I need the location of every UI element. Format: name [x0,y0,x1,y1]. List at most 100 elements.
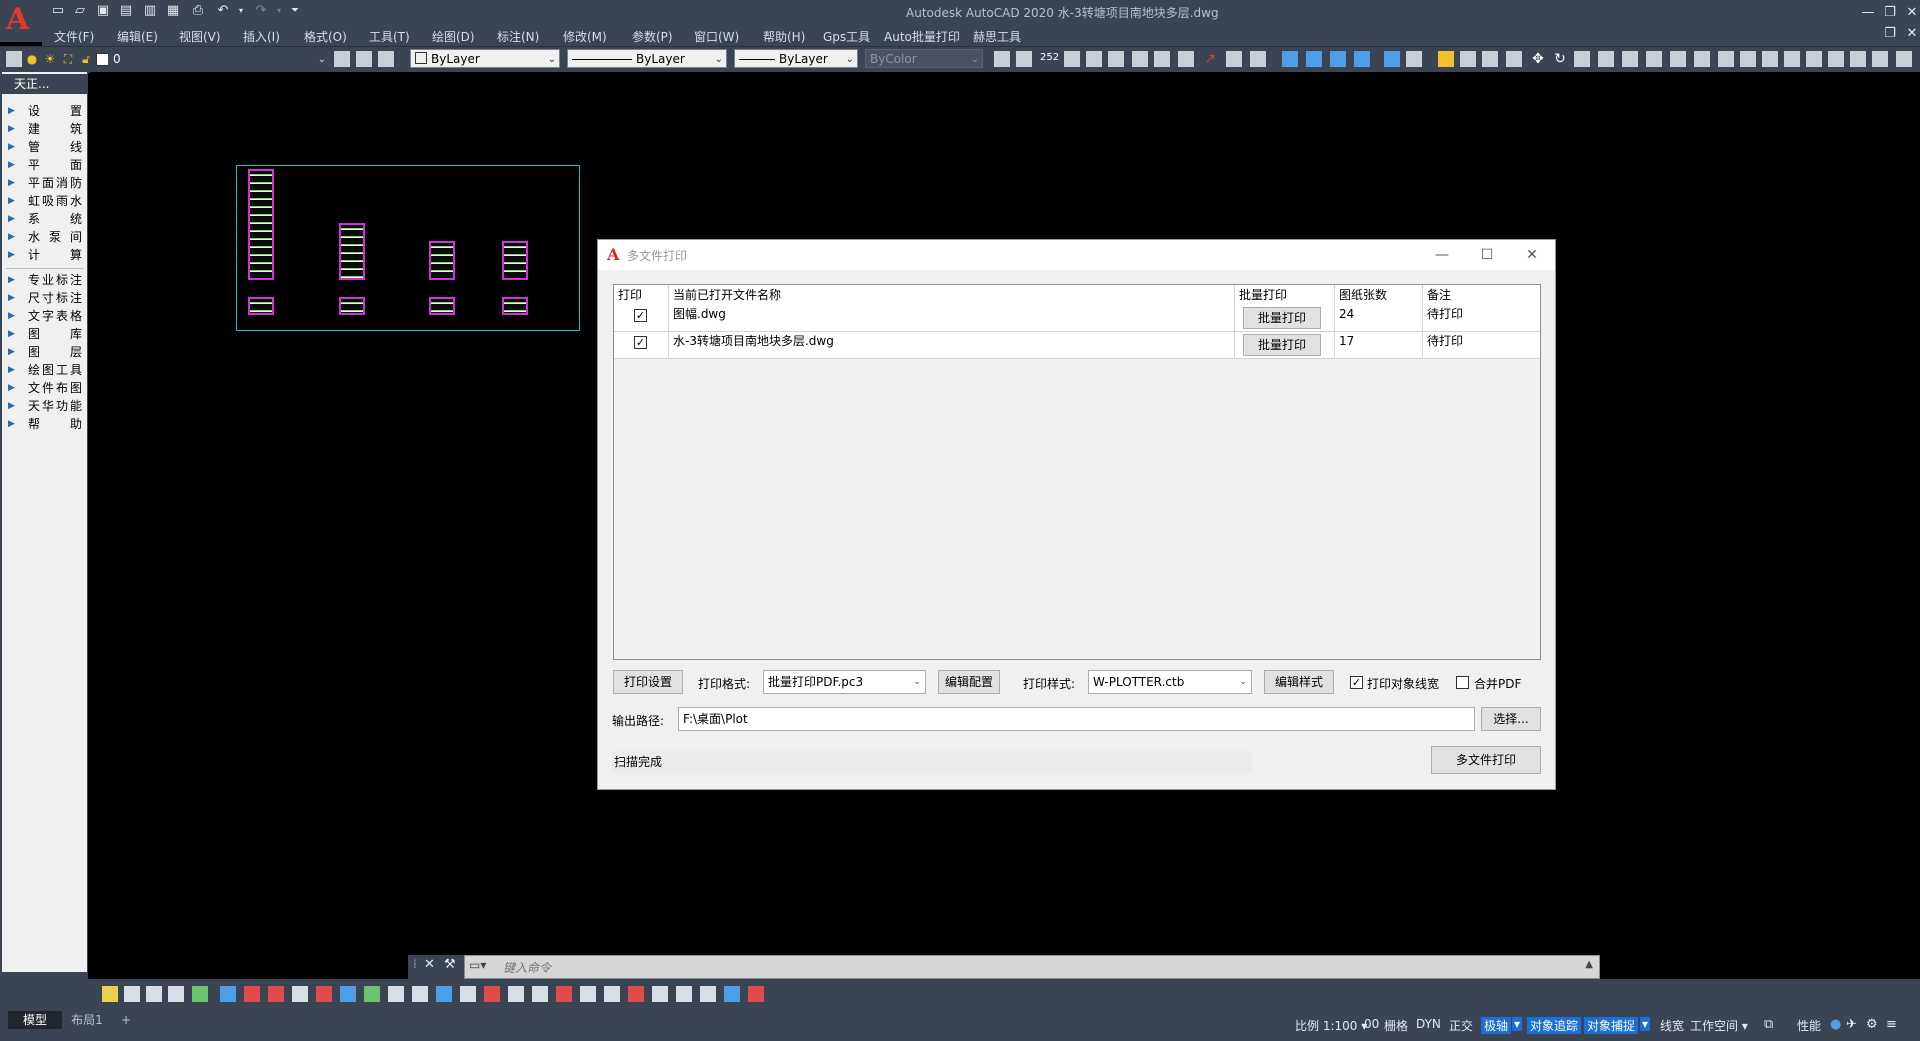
tool-icon[interactable] [580,986,596,1002]
palette-title[interactable]: 天正... [2,74,87,94]
annotation-visibility-icon[interactable]: ✈ [1846,1017,1857,1032]
extend-icon[interactable] [1622,51,1638,67]
tool-icon[interactable] [292,986,308,1002]
isolate-icon[interactable]: ⧉ [1764,1017,1773,1032]
menu-view[interactable]: 视图(V) [179,28,221,45]
polar-dropdown-icon[interactable]: ▾ [1512,1017,1523,1031]
dim-aligned-icon[interactable] [1016,51,1032,67]
tool-icon[interactable] [700,986,716,1002]
print-checkbox[interactable]: ✓ [634,336,647,349]
print-style-select[interactable]: W-PLOTTER.ctb ⌄ [1088,670,1252,694]
tool-icon[interactable] [268,986,284,1002]
tool-icon[interactable] [412,986,428,1002]
palette-item-settings[interactable]: ▶ 设 置 [4,102,84,120]
palette-item-plan-fire[interactable]: ▶ 平面消防 [4,174,84,192]
command-line[interactable]: ▭▾ ▲ [464,955,1600,979]
menu-gps-tools[interactable]: Gps工具 [823,28,870,45]
new-file-icon[interactable]: ▭ [50,3,66,19]
file-list-grid[interactable]: 打印 当前已打开文件名称 批量打印 图纸张数 备注 ✓ 图幅.dwg 批量打印 … [613,284,1541,660]
save-as-icon[interactable]: ▤ [118,3,134,19]
tool-icon[interactable] [388,986,404,1002]
menu-modify[interactable]: 修改(M) [563,28,607,45]
performance-toggle[interactable]: 性能 [1797,1017,1821,1034]
layer-previous-icon[interactable] [356,51,372,67]
layer-state-icon[interactable] [378,51,394,67]
doc-close-icon[interactable]: ✕ [1900,24,1920,44]
tool-icon[interactable] [146,986,162,1002]
text-style-icon[interactable] [1108,51,1124,67]
tool-icon[interactable] [748,986,764,1002]
chamfer-icon[interactable] [1670,51,1686,67]
table-row[interactable]: ✓ 图幅.dwg 批量打印 24 待打印 [614,305,1540,332]
dialog-title-bar[interactable]: A 多文件打印 — ☐ ✕ [598,240,1555,270]
menu-draw[interactable]: 绘图(D) [432,28,475,45]
polar-toggle[interactable]: 极轴 [1481,1017,1512,1034]
multi-file-print-button[interactable]: 多文件打印 [1431,746,1541,774]
palette-item-plan[interactable]: ▶ 平 面 [4,156,84,174]
redo-dropdown-icon[interactable]: ▾ [271,3,287,19]
edit-config-button[interactable]: 编辑配置 [938,670,1000,694]
palette-item-pro-annotation[interactable]: ▶ 专业标注 [4,271,84,289]
palette-item-pipeline[interactable]: ▶ 管 线 [4,138,84,156]
menu-auto-batch-print[interactable]: Auto批量打印 [884,28,960,45]
customize-menu-icon[interactable]: ≡ [1886,1017,1897,1032]
linetype-combo[interactable]: ByLayer ⌄ [567,49,727,68]
tool-icon[interactable] [676,986,692,1002]
chevron-up-icon[interactable]: ▲ [1585,959,1593,970]
customize-quick-access-icon[interactable]: ⏷ [287,3,303,19]
palette-item-siphon-rain[interactable]: ▶ 虹吸雨水 [4,192,84,210]
undo-icon[interactable]: ↶ [215,3,231,19]
plot-preview-icon[interactable]: ▦ [165,3,181,19]
choose-path-button[interactable]: 选择... [1481,707,1541,731]
wrench-icon[interactable]: ⚒ [444,957,456,972]
otrack-toggle[interactable]: 对象追踪 [1527,1017,1582,1034]
wblock-icon[interactable] [1154,51,1170,67]
design-center-icon[interactable] [1850,51,1866,67]
menu-insert[interactable]: 插入(I) [243,28,280,45]
tool-icon[interactable] [724,986,740,1002]
layer-on-icon[interactable]: ● [24,51,40,67]
layer-walk-icon[interactable] [1762,51,1778,67]
close-icon[interactable]: ✕ [424,957,435,972]
fillet-icon[interactable] [1718,51,1734,67]
dyn-toggle[interactable]: DYN [1416,1017,1441,1031]
publish-icon[interactable]: ▥ [142,3,158,19]
make-current-layer-icon[interactable] [334,51,350,67]
rotate-icon[interactable]: ↻ [1552,51,1568,67]
layer-viewport-icon[interactable]: ⛶ [60,51,76,67]
tab-model[interactable]: 模型 [8,1011,62,1029]
tool-icon[interactable] [364,986,380,1002]
tool-icon[interactable] [484,986,500,1002]
redo-icon[interactable]: ↷ [253,3,269,19]
close-icon[interactable]: ✕ [1522,245,1542,265]
break-icon[interactable] [1646,51,1662,67]
command-line-grip[interactable] [408,955,470,979]
table-icon[interactable] [1806,51,1822,67]
undo-dropdown-icon[interactable]: ▾ [233,3,249,19]
application-menu-button[interactable]: A [0,0,42,42]
print-lineweight-checkbox[interactable]: ✓ [1350,676,1363,689]
palette-item-calculate[interactable]: ▶ 计 算 [4,246,84,264]
menu-file[interactable]: 文件(F) [54,28,94,45]
layer-lock-icon[interactable]: 🔓︎ [78,51,94,67]
tool-icon[interactable] [102,986,118,1002]
column-header-print[interactable]: 打印 [614,285,669,305]
tool-icon[interactable] [460,986,476,1002]
menu-edit[interactable]: 编辑(E) [117,28,158,45]
command-input[interactable] [501,958,1565,978]
tool-icon[interactable] [532,986,548,1002]
print-icon[interactable]: ⎙ [190,3,206,19]
move-cross-icon[interactable]: ✥ [1530,51,1546,67]
move-icon[interactable] [1306,51,1322,67]
rectangle-icon[interactable] [1178,51,1194,67]
menu-help[interactable]: 帮助(H) [763,28,805,45]
color-combo[interactable]: ByLayer ⌄ [410,49,560,68]
tool-icon[interactable] [652,986,668,1002]
tool-icon[interactable] [340,986,356,1002]
palette-item-system[interactable]: ▶ 系 统 [4,210,84,228]
pencil-icon[interactable] [1438,51,1454,67]
menu-dimension[interactable]: 标注(N) [497,28,539,45]
print-format-select[interactable]: 批量打印PDF.pc3 ⌄ [763,670,926,694]
menu-tools[interactable]: 工具(T) [369,28,410,45]
tool-icon[interactable] [556,986,572,1002]
